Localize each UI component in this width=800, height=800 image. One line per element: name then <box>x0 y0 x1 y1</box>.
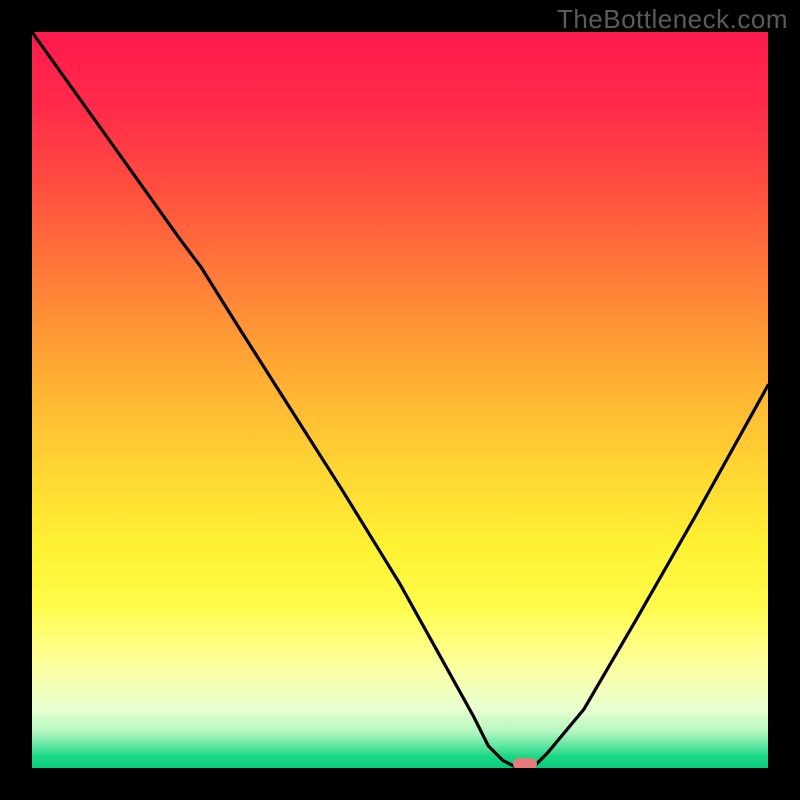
watermark-text: TheBottleneck.com <box>557 4 788 35</box>
optimal-marker <box>513 758 537 768</box>
plot-area <box>32 32 768 768</box>
bottleneck-curve <box>32 32 768 768</box>
chart-frame: TheBottleneck.com <box>0 0 800 800</box>
